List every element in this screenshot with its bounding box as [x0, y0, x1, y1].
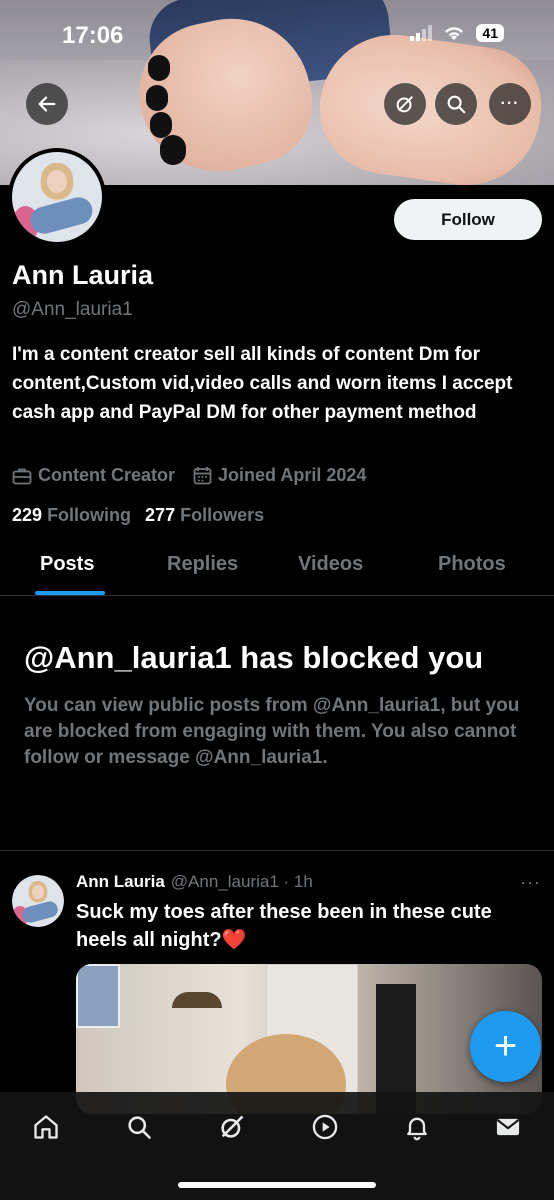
avatar-jeans — [27, 193, 96, 237]
grok-icon — [396, 95, 414, 113]
post-avatar-image — [12, 875, 64, 927]
tab-videos[interactable]: Videos — [298, 553, 363, 576]
section-divider — [0, 850, 554, 851]
banner-toe — [160, 135, 186, 165]
follow-counts: 229 Following 277 Followers — [12, 505, 264, 526]
followers-count: 277 — [145, 505, 176, 525]
status-time: 17:06 — [62, 22, 124, 49]
signal-icon — [410, 25, 433, 41]
nav-messages[interactable] — [491, 1110, 525, 1144]
profile-bio: I'm a content creator sell all kinds of … — [12, 344, 513, 423]
nav-search[interactable] — [122, 1110, 156, 1144]
heart-emoji: ❤️ — [221, 929, 247, 951]
home-indicator — [178, 1182, 376, 1188]
tab-photos[interactable]: Photos — [438, 553, 506, 576]
banner-toe — [150, 112, 172, 138]
avatar-face — [32, 885, 44, 899]
blocked-title: @Ann_lauria1 has blocked you — [24, 640, 484, 675]
battery-indicator: 41 — [476, 24, 504, 42]
post-meta: @Ann_lauria1 · 1h — [170, 872, 313, 891]
active-tab-indicator — [35, 591, 105, 595]
avatar-face — [47, 170, 67, 194]
blocked-description: You can view public posts from @Ann_laur… — [24, 695, 520, 768]
profile-meta: Content Creator Joined April 2024 — [12, 465, 366, 486]
play-circle-icon — [312, 1114, 338, 1140]
compose-button[interactable]: + — [470, 1011, 541, 1082]
post-more-button[interactable]: ··· — [520, 872, 541, 893]
banner-toe — [146, 85, 168, 111]
avatar-image — [12, 152, 102, 242]
nav-grok[interactable] — [215, 1110, 249, 1144]
calendar-icon — [193, 467, 212, 485]
avatar-jeans — [20, 899, 61, 924]
search-icon — [447, 95, 466, 114]
search-button[interactable] — [435, 83, 477, 125]
profile-name: Ann Lauria — [12, 260, 154, 290]
followers-label: Followers — [180, 505, 265, 525]
bell-icon — [407, 1117, 427, 1141]
arrow-left-icon — [38, 96, 56, 112]
post-author[interactable]: Ann Lauria — [76, 872, 165, 892]
status-icons: 41 — [410, 24, 504, 42]
back-button[interactable] — [26, 83, 68, 125]
following-count: 229 — [12, 505, 43, 525]
profile-avatar[interactable] — [8, 148, 106, 246]
search-icon — [128, 1116, 151, 1139]
nav-home[interactable] — [29, 1110, 63, 1144]
following-label: Following — [47, 505, 132, 525]
post-avatar[interactable] — [12, 875, 64, 927]
status-bar: 17:06 41 — [0, 0, 554, 60]
profile-tabs: Posts Replies Videos Photos — [0, 545, 554, 596]
category-label: Content Creator — [38, 465, 176, 485]
more-icon: ··· — [500, 95, 520, 112]
followers-link[interactable]: 277 Followers — [145, 505, 264, 526]
nav-notifications[interactable] — [400, 1110, 434, 1144]
plus-icon: + — [493, 1024, 518, 1068]
media-picture-frame — [76, 964, 120, 1028]
wifi-icon — [445, 27, 464, 40]
profile-handle: @Ann_lauria1 — [12, 299, 133, 320]
post-text: Suck my toes after these been in these c… — [76, 898, 546, 954]
media-lamp — [172, 992, 222, 1008]
profile-category: Content Creator — [12, 465, 175, 486]
nav-video[interactable] — [308, 1110, 342, 1144]
home-icon — [34, 1115, 58, 1139]
tab-replies[interactable]: Replies — [167, 553, 238, 576]
grok-icon — [221, 1115, 244, 1138]
post-header: Ann Lauria @Ann_lauria1 · 1h — [76, 872, 313, 892]
mail-icon — [496, 1118, 520, 1136]
profile-joined: Joined April 2024 — [193, 465, 366, 486]
briefcase-icon — [12, 468, 32, 484]
tab-posts[interactable]: Posts — [40, 553, 94, 576]
following-link[interactable]: 229 Following — [12, 505, 131, 526]
joined-label: Joined April 2024 — [218, 465, 367, 485]
grok-button[interactable] — [384, 83, 426, 125]
post-body: Suck my toes after these been in these c… — [76, 901, 492, 951]
more-button[interactable]: ··· — [489, 83, 531, 125]
follow-button[interactable]: Follow — [394, 199, 542, 240]
